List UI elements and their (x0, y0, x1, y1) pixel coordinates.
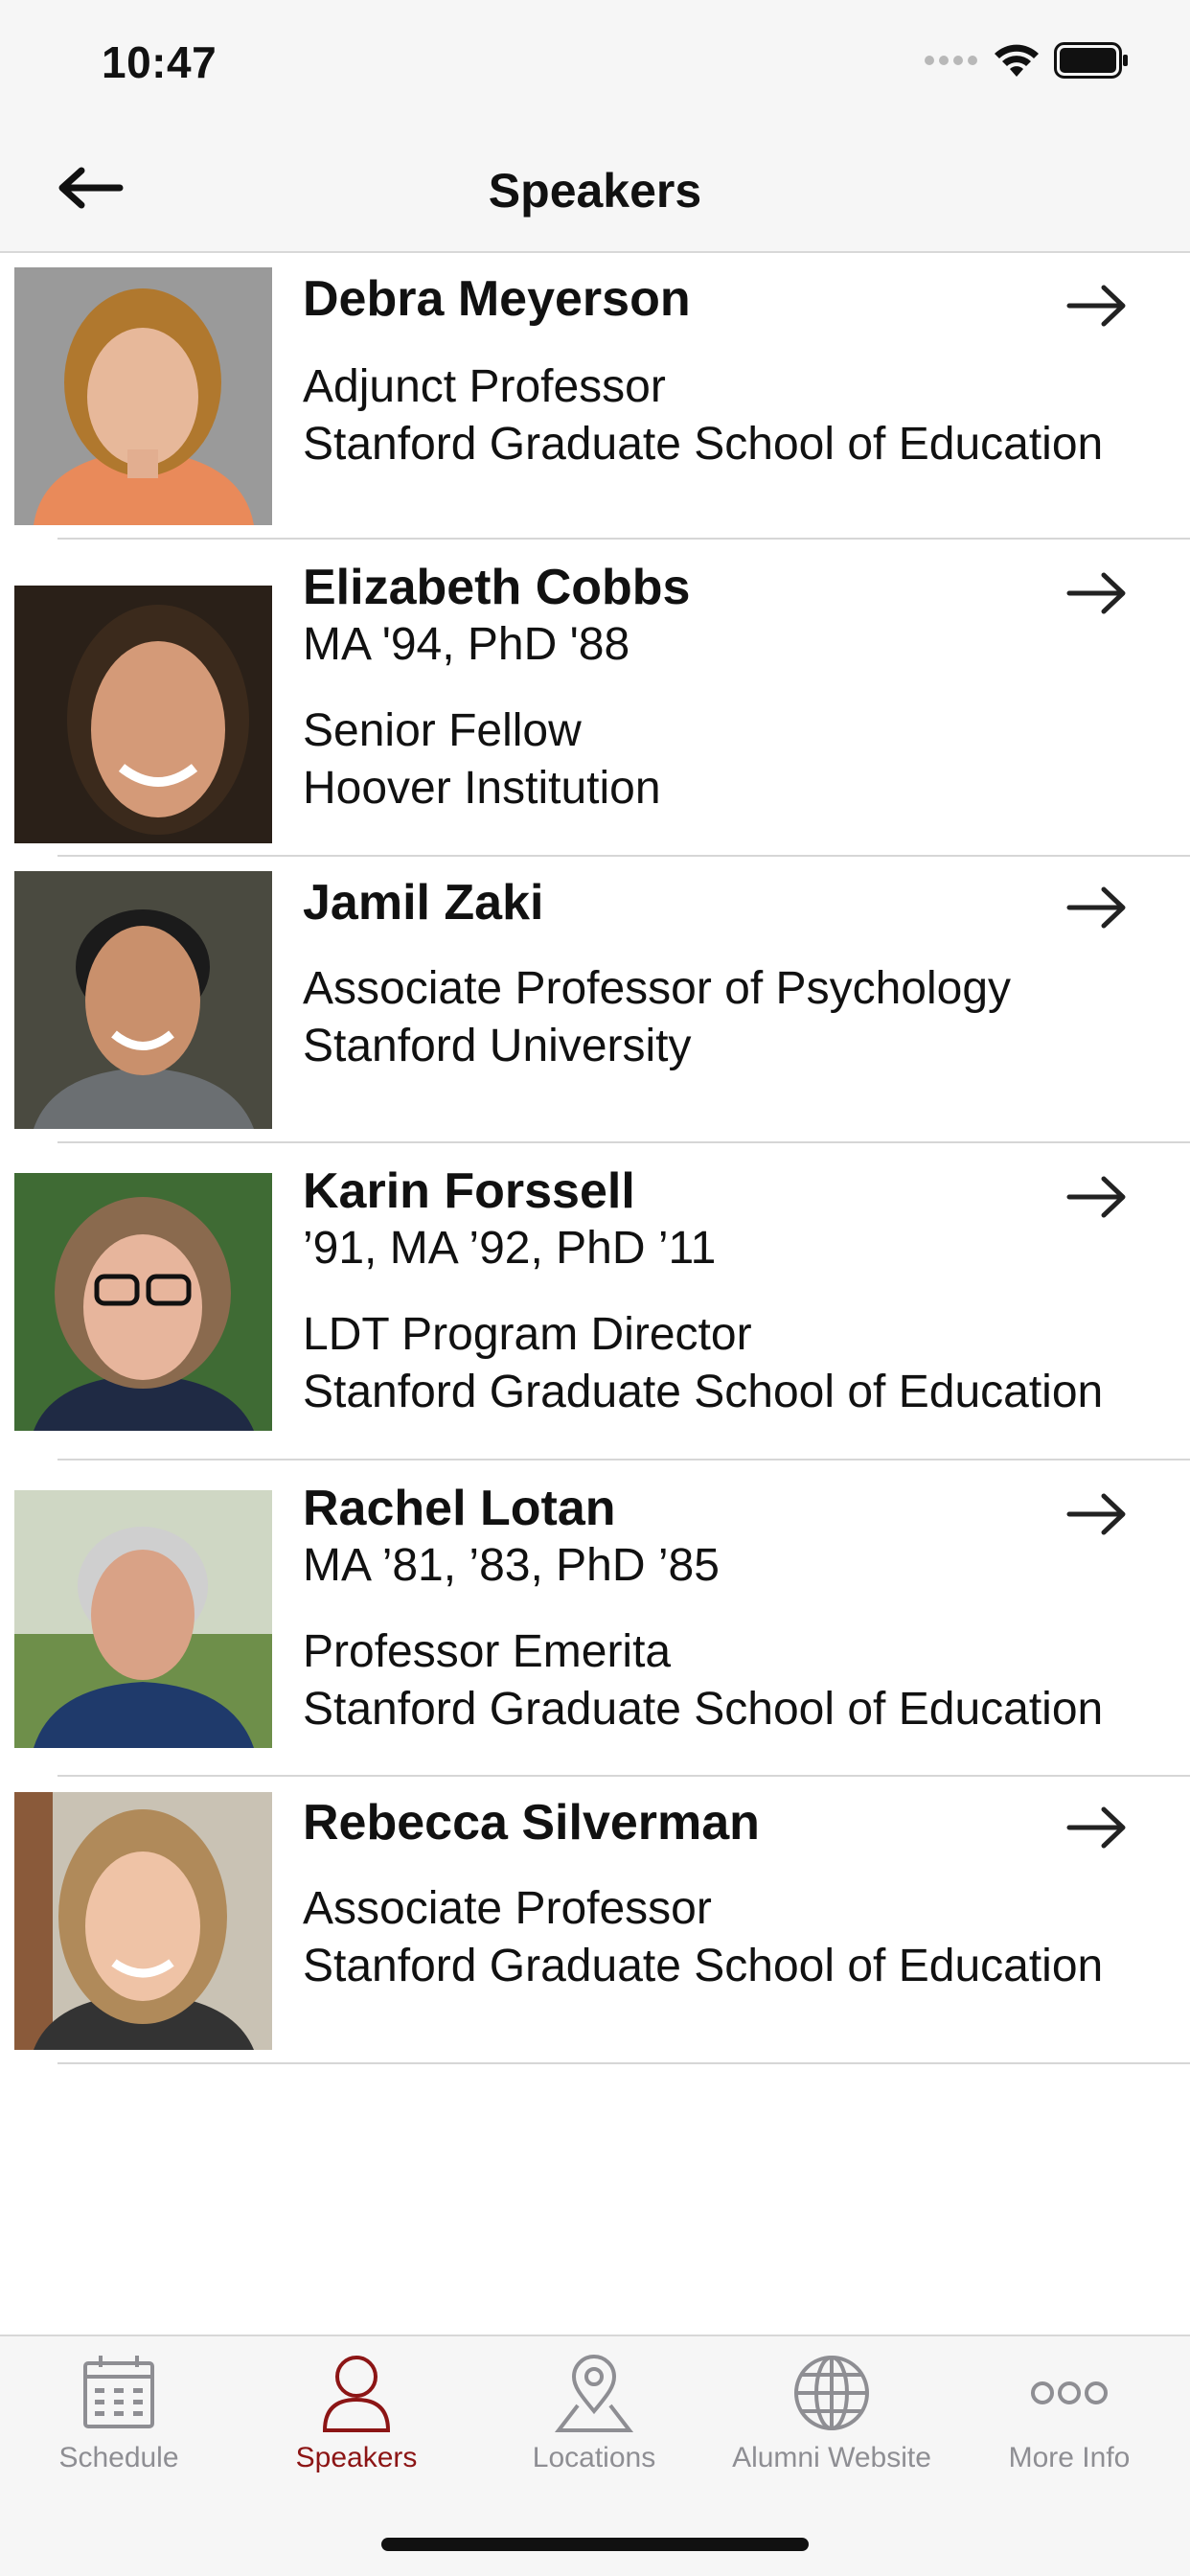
home-indicator (381, 2538, 809, 2551)
person-icon (322, 2356, 391, 2432)
speaker-title: Professor Emerita (303, 1626, 672, 1677)
status-time: 10:47 (102, 37, 217, 87)
tab-schedule[interactable]: Schedule (0, 2350, 238, 2494)
speaker-organization: Stanford Graduate School of Education (303, 419, 1104, 470)
speaker-organization: Stanford Graduate School of Education (303, 1367, 1104, 1417)
status-icons (924, 42, 1129, 79)
tab-more-info[interactable]: More Info (950, 2350, 1188, 2494)
speaker-title: Senior Fellow (303, 705, 582, 756)
more-icon (1031, 2381, 1108, 2404)
arrow-right-icon[interactable] (1065, 1173, 1129, 1221)
speaker-degrees: MA '94, PhD '88 (303, 619, 630, 670)
signal-icon (925, 56, 977, 65)
speaker-photo (14, 1792, 272, 2050)
speaker-photo (14, 1490, 272, 1748)
speaker-name: Rachel Lotan (303, 1481, 616, 1536)
tab-label: Locations (532, 2442, 656, 2473)
speaker-name: Elizabeth Cobbs (303, 560, 691, 615)
speaker-row[interactable]: Debra Meyerson Adjunct Professor Stanfor… (0, 255, 1190, 540)
speaker-title: Associate Professor of Psychology (303, 963, 1012, 1014)
speaker-photo (14, 1173, 272, 1431)
map-pin-icon (554, 2355, 634, 2432)
tab-label: Speakers (295, 2442, 418, 2473)
speaker-title: Associate Professor (303, 1883, 712, 1934)
speaker-organization: Stanford University (303, 1021, 692, 1071)
speaker-row[interactable]: Jamil Zaki Associate Professor of Psycho… (0, 857, 1190, 1143)
speaker-row[interactable]: Elizabeth Cobbs MA '94, PhD '88 Senior F… (0, 540, 1190, 857)
arrow-right-icon[interactable] (1065, 282, 1129, 330)
speaker-name: Rebecca Silverman (303, 1795, 760, 1851)
tab-alumni-website[interactable]: Alumni Website (713, 2350, 950, 2494)
speaker-row[interactable]: Rebecca Silverman Associate Professor St… (0, 1777, 1190, 2064)
speaker-photo (14, 871, 272, 1129)
tab-locations[interactable]: Locations (475, 2350, 713, 2494)
arrow-right-icon[interactable] (1065, 1490, 1129, 1538)
speaker-name: Jamil Zaki (303, 875, 544, 931)
speaker-title: LDT Program Director (303, 1309, 752, 1360)
speaker-row[interactable]: Rachel Lotan MA ’81, ’83, PhD ’85 Profes… (0, 1460, 1190, 1777)
tab-label: Alumni Website (732, 2442, 931, 2473)
speaker-organization: Stanford Graduate School of Education (303, 1684, 1104, 1735)
arrow-right-icon[interactable] (1065, 569, 1129, 617)
wifi-icon (995, 44, 1039, 77)
speaker-organization: Hoover Institution (303, 763, 661, 814)
speaker-row[interactable]: Karin Forssell ’91, MA ’92, PhD ’11 LDT … (0, 1143, 1190, 1460)
calendar-icon (83, 2356, 154, 2428)
tab-speakers[interactable]: Speakers (238, 2350, 475, 2494)
navigation-header: 10:47 Speakers (0, 0, 1190, 253)
speaker-title: Adjunct Professor (303, 361, 666, 412)
tab-label: Schedule (58, 2442, 179, 2473)
speaker-degrees: MA ’81, ’83, PhD ’85 (303, 1540, 720, 1591)
speaker-degrees: ’91, MA ’92, PhD ’11 (303, 1223, 717, 1274)
battery-icon (1054, 42, 1128, 79)
speaker-photo (14, 267, 272, 525)
speaker-organization: Stanford Graduate School of Education (303, 1941, 1104, 1991)
speaker-photo (14, 586, 272, 843)
arrow-right-icon[interactable] (1065, 884, 1129, 932)
row-divider (57, 2062, 1190, 2064)
speaker-name: Debra Meyerson (303, 271, 691, 327)
arrow-right-icon[interactable] (1065, 1804, 1129, 1852)
globe-icon (794, 2356, 869, 2430)
speaker-name: Karin Forssell (303, 1163, 635, 1219)
tab-label: More Info (1008, 2442, 1131, 2473)
page-title: Speakers (488, 164, 702, 218)
